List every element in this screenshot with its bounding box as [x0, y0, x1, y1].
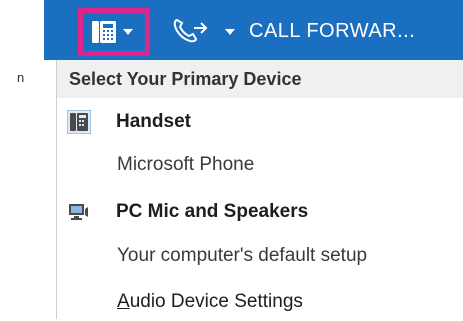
background-window-edge: n	[0, 0, 44, 319]
handset-icon	[91, 19, 117, 45]
menu-item-label: Audio Device Settings	[117, 283, 303, 321]
background-text-fragment: n	[17, 70, 25, 85]
handset-icon	[66, 109, 92, 135]
pc-speakers-icon	[67, 200, 91, 224]
menu-item-handset[interactable]: Handset	[57, 103, 463, 141]
call-forward-label[interactable]: CALL FORWAR...	[249, 20, 415, 43]
menu-item-default-setup[interactable]: Your computer's default setup	[57, 237, 463, 275]
menu-item-microsoft-phone[interactable]: Microsoft Phone	[57, 146, 463, 184]
chevron-down-icon	[123, 29, 133, 35]
chevron-down-icon[interactable]	[225, 29, 235, 35]
menu-item-label: Handset	[116, 111, 191, 132]
menu-item-label-rest: udio Device Settings	[129, 291, 303, 312]
call-forward-icon[interactable]	[172, 14, 212, 51]
menu-item-label: Your computer's default setup	[117, 245, 368, 266]
menu-item-audio-device-settings[interactable]: Audio Device Settings	[57, 283, 463, 321]
primary-device-menu: Select Your Primary Device Handset Micro…	[56, 60, 463, 319]
primary-device-button[interactable]	[78, 8, 150, 56]
menu-item-pc-mic-speakers[interactable]: PC Mic and Speakers	[57, 193, 463, 231]
call-toolbar: CALL FORWAR...	[44, 0, 463, 60]
accelerator-key: A	[117, 291, 130, 312]
menu-item-label: PC Mic and Speakers	[116, 201, 309, 222]
menu-header: Select Your Primary Device	[57, 60, 463, 98]
menu-item-label: Microsoft Phone	[117, 154, 255, 175]
